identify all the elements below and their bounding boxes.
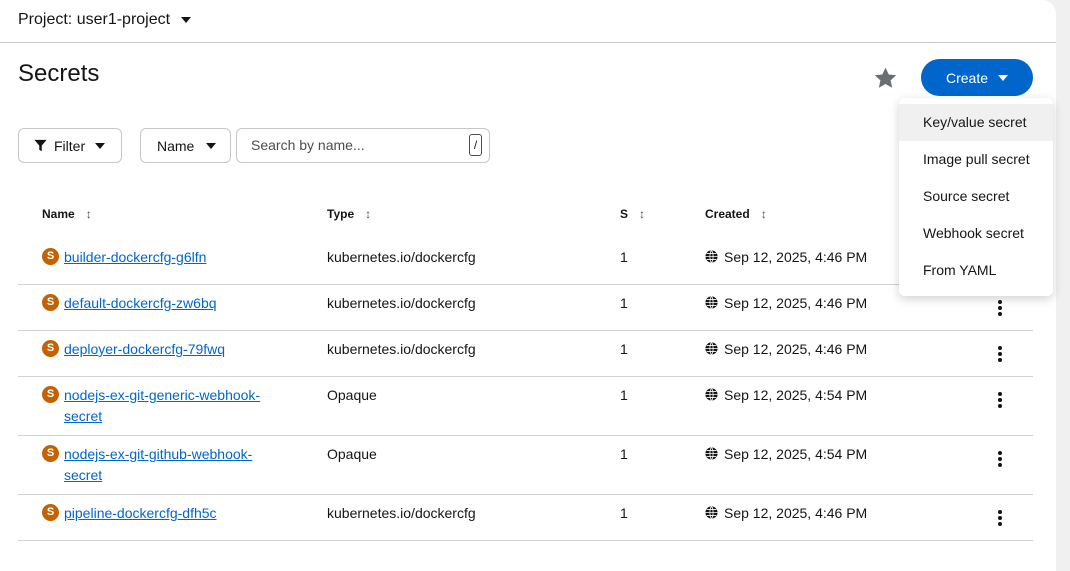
secret-name-cell: S builder-dockercfg-g6lfn: [42, 247, 279, 268]
secret-type: kubernetes.io/dockercfg: [327, 341, 476, 357]
secret-type: kubernetes.io/dockercfg: [327, 505, 476, 521]
kebab-icon[interactable]: [996, 390, 1004, 410]
table-row: S nodejs-ex-git-generic-webhook-secret O…: [18, 376, 1033, 436]
resource-badge: S: [42, 248, 59, 265]
filter-attribute-select[interactable]: Name: [140, 128, 231, 163]
table-row: S pipeline-dockercfg-dfh5c kubernetes.io…: [18, 494, 1033, 541]
kebab-icon[interactable]: [996, 298, 1004, 318]
secret-link[interactable]: deployer-dockercfg-79fwq: [64, 339, 279, 360]
filter-icon: [34, 139, 47, 152]
secret-name-cell: S deployer-dockercfg-79fwq: [42, 339, 279, 360]
secret-link[interactable]: nodejs-ex-git-github-webhook-secret: [64, 444, 279, 486]
table-row: S default-dockercfg-zw6bq kubernetes.io/…: [18, 284, 1033, 331]
secret-size: 1: [620, 387, 628, 403]
created-timestamp: Sep 12, 2025, 4:46 PM: [724, 295, 868, 311]
secret-size: 1: [620, 446, 628, 462]
secret-size: 1: [620, 341, 628, 357]
secret-size: 1: [620, 249, 628, 265]
column-header-created-label: Created: [705, 207, 750, 221]
star-icon[interactable]: [873, 66, 898, 91]
caret-down-icon: [998, 74, 1009, 81]
main-panel: Project: user1-project Secrets Create Fi…: [0, 0, 1056, 571]
caret-down-icon: [181, 17, 192, 23]
sort-icon: ↕: [639, 207, 646, 221]
column-header-type[interactable]: Type ↕: [327, 207, 371, 221]
secret-link[interactable]: nodejs-ex-git-generic-webhook-secret: [64, 385, 279, 427]
created-cell: Sep 12, 2025, 4:54 PM: [705, 444, 867, 465]
create-button[interactable]: Create: [921, 59, 1033, 96]
kebab-icon[interactable]: [996, 508, 1004, 528]
table-row: S deployer-dockercfg-79fwq kubernetes.io…: [18, 330, 1033, 377]
secret-name-cell: S pipeline-dockercfg-dfh5c: [42, 503, 279, 524]
globe-icon: [705, 342, 718, 355]
sort-icon: ↕: [365, 207, 372, 221]
search-box: [236, 128, 490, 163]
menu-item-source-secret[interactable]: Source secret: [899, 178, 1053, 215]
secret-link[interactable]: builder-dockercfg-g6lfn: [64, 247, 279, 268]
project-bar: Project: user1-project: [0, 0, 1056, 43]
created-timestamp: Sep 12, 2025, 4:54 PM: [724, 446, 868, 462]
created-cell: Sep 12, 2025, 4:46 PM: [705, 247, 867, 268]
created-cell: Sep 12, 2025, 4:46 PM: [705, 503, 867, 524]
globe-icon: [705, 296, 718, 309]
sort-icon: ↕: [760, 207, 767, 221]
menu-item-webhook-secret[interactable]: Webhook secret: [899, 215, 1053, 252]
column-header-name[interactable]: Name ↕: [42, 207, 92, 221]
resource-badge: S: [42, 445, 59, 462]
create-dropdown-menu: Key/value secret Image pull secret Sourc…: [899, 98, 1053, 296]
globe-icon: [705, 250, 718, 263]
caret-down-icon: [206, 142, 217, 149]
globe-icon: [705, 447, 718, 460]
kebab-icon[interactable]: [996, 344, 1004, 364]
secret-link[interactable]: pipeline-dockercfg-dfh5c: [64, 503, 279, 524]
page-title: Secrets: [18, 60, 100, 87]
project-selector[interactable]: Project: user1-project: [18, 11, 192, 29]
secret-type: kubernetes.io/dockercfg: [327, 295, 476, 311]
menu-item-image-pull-secret[interactable]: Image pull secret: [899, 141, 1053, 178]
created-timestamp: Sep 12, 2025, 4:46 PM: [724, 249, 868, 265]
menu-item-from-yaml[interactable]: From YAML: [899, 252, 1053, 289]
secret-type: Opaque: [327, 387, 377, 403]
column-header-size-label: S: [620, 207, 629, 221]
caret-down-icon: [95, 142, 106, 149]
column-header-name-label: Name: [42, 207, 75, 221]
created-cell: Sep 12, 2025, 4:46 PM: [705, 293, 867, 314]
secret-size: 1: [620, 505, 628, 521]
globe-icon: [705, 388, 718, 401]
filter-button-label: Filter: [54, 137, 86, 154]
filter-attribute-label: Name: [157, 137, 195, 154]
secret-name-cell: S default-dockercfg-zw6bq: [42, 293, 279, 314]
search-input[interactable]: [251, 137, 451, 153]
created-timestamp: Sep 12, 2025, 4:54 PM: [724, 387, 868, 403]
resource-badge: S: [42, 386, 59, 403]
column-header-size[interactable]: S ↕: [620, 207, 645, 221]
kebab-icon[interactable]: [996, 449, 1004, 469]
sort-icon: ↕: [85, 207, 92, 221]
create-button-label: Create: [945, 69, 989, 86]
secret-type: kubernetes.io/dockercfg: [327, 249, 476, 265]
created-timestamp: Sep 12, 2025, 4:46 PM: [724, 505, 868, 521]
created-cell: Sep 12, 2025, 4:54 PM: [705, 385, 867, 406]
created-timestamp: Sep 12, 2025, 4:46 PM: [724, 341, 868, 357]
search-shortcut-hint: /: [469, 134, 482, 156]
table-row: S nodejs-ex-git-github-webhook-secret Op…: [18, 435, 1033, 495]
globe-icon: [705, 506, 718, 519]
table-row: S builder-dockercfg-g6lfn kubernetes.io/…: [18, 238, 1033, 285]
resource-badge: S: [42, 294, 59, 311]
secret-link[interactable]: default-dockercfg-zw6bq: [64, 293, 279, 314]
filter-button[interactable]: Filter: [18, 128, 122, 163]
created-cell: Sep 12, 2025, 4:46 PM: [705, 339, 867, 360]
resource-badge: S: [42, 340, 59, 357]
column-header-type-label: Type: [327, 207, 355, 221]
menu-item-key-value-secret[interactable]: Key/value secret: [899, 104, 1053, 141]
secret-size: 1: [620, 295, 628, 311]
column-header-created[interactable]: Created ↕: [705, 207, 767, 221]
project-label: Project: user1-project: [18, 11, 171, 28]
secret-type: Opaque: [327, 446, 377, 462]
secret-name-cell: S nodejs-ex-git-generic-webhook-secret: [42, 385, 279, 427]
resource-badge: S: [42, 504, 59, 521]
secret-name-cell: S nodejs-ex-git-github-webhook-secret: [42, 444, 279, 486]
